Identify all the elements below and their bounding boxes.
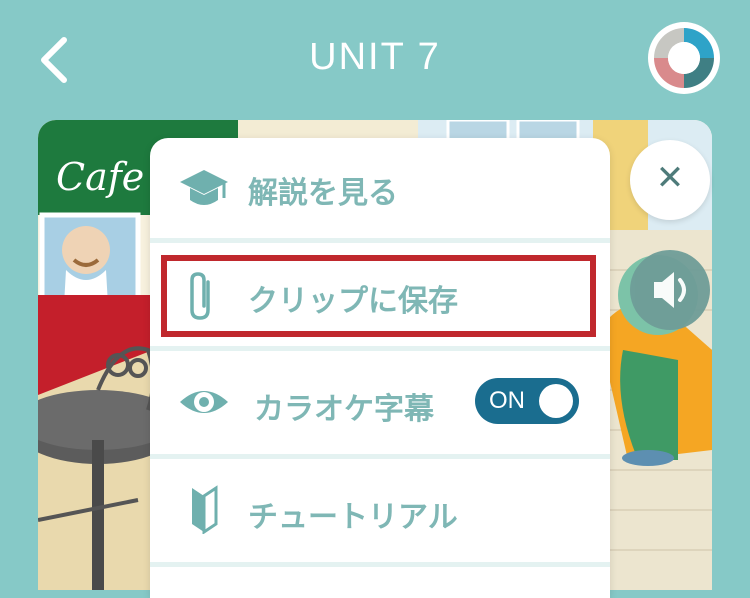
toggle-state-label: ON xyxy=(489,387,525,414)
menu-item-label: カラオケ字幕 xyxy=(254,392,434,427)
menu-divider xyxy=(150,562,610,567)
menu-item-label: チュートリアル xyxy=(248,500,458,535)
close-button[interactable]: ✕ xyxy=(630,140,710,220)
close-icon: ✕ xyxy=(655,158,685,198)
progress-ring-button[interactable] xyxy=(646,20,722,96)
menu-item-explanation[interactable]: 解説を見る xyxy=(150,138,610,238)
speaker-icon xyxy=(654,272,686,308)
context-menu: 解説を見る クリップに保存 カラオケ字幕 ON チュートリアル xyxy=(150,138,610,598)
cafe-sign-text: Cafe xyxy=(56,155,144,199)
toggle-knob xyxy=(539,384,573,418)
menu-divider xyxy=(150,454,610,459)
graduation-cap-icon xyxy=(178,162,230,214)
menu-item-label: 解説を見る xyxy=(248,176,398,211)
beginner-mark-icon xyxy=(178,482,230,535)
page-title: UNIT 7 xyxy=(309,36,441,78)
karaoke-toggle[interactable]: ON xyxy=(475,378,579,424)
menu-divider xyxy=(150,238,610,243)
progress-ring-icon xyxy=(648,22,720,94)
header-bar: UNIT 7 xyxy=(0,0,750,120)
highlight-box xyxy=(161,255,596,337)
sound-button[interactable] xyxy=(630,250,710,330)
menu-divider xyxy=(150,346,610,351)
menu-item-tutorial[interactable]: チュートリアル xyxy=(150,462,610,562)
eye-icon xyxy=(178,376,230,428)
